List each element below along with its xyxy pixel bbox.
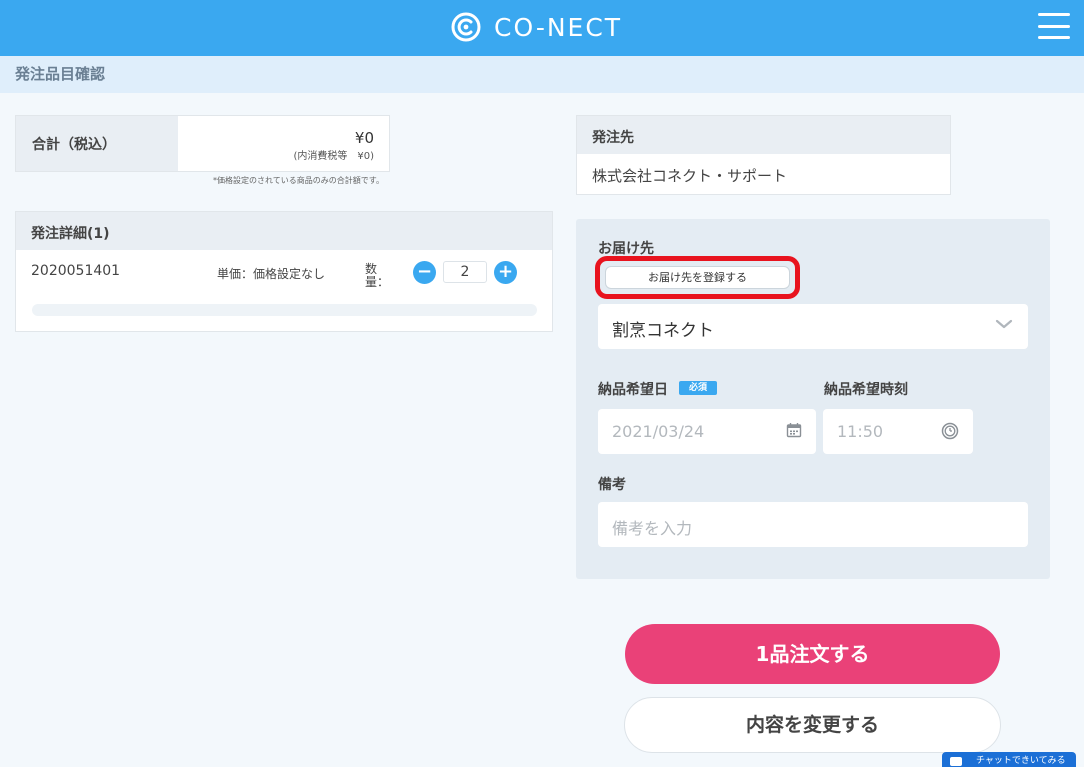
chevron-down-icon bbox=[995, 319, 1013, 329]
total-tax: (内消費税等 ¥0) bbox=[293, 151, 374, 162]
page-title: 発注品目確認 bbox=[15, 65, 106, 83]
page-title-bar: 発注品目確認 bbox=[0, 56, 1084, 93]
chat-bubble-icon bbox=[950, 757, 962, 766]
register-highlight: お届け先を登録する bbox=[595, 256, 800, 299]
order-detail-box: 発注詳細(1) 2020051401 単価：価格設定なし 数量： − + bbox=[15, 211, 553, 332]
item-price: 単価：価格設定なし bbox=[217, 267, 326, 281]
supplier-name: 株式会社コネクト・サポート bbox=[592, 167, 788, 185]
quantity-plus-button[interactable]: + bbox=[494, 261, 517, 284]
clock-icon bbox=[941, 422, 959, 440]
delivery-date-value: 2021/03/24 bbox=[612, 422, 705, 441]
total-box: 合計（税込） ¥0 (内消費税等 ¥0) bbox=[15, 115, 390, 172]
delivery-time-value: 11:50 bbox=[837, 422, 884, 441]
delivery-select[interactable]: 割烹コネクト bbox=[598, 304, 1028, 349]
calendar-icon bbox=[786, 423, 802, 438]
chat-label: チャットできいてみる bbox=[976, 756, 1066, 766]
total-note: *価格設定のされている商品のみの合計額です。 bbox=[213, 176, 384, 185]
notes-label: 備考 bbox=[598, 477, 626, 493]
change-button[interactable]: 内容を変更する bbox=[624, 697, 1001, 753]
item-code: 2020051401 bbox=[31, 263, 121, 279]
supplier-label: 発注先 bbox=[577, 116, 950, 154]
quantity-minus-button[interactable]: − bbox=[413, 261, 436, 284]
hamburger-menu-icon[interactable] bbox=[1038, 13, 1070, 39]
order-button[interactable]: 1品注文する bbox=[625, 624, 1000, 684]
chat-button[interactable]: チャットできいてみる bbox=[942, 752, 1076, 767]
supplier-box: 発注先 株式会社コネクト・サポート bbox=[576, 115, 951, 195]
header: CO-NECT bbox=[0, 0, 1084, 56]
required-badge: 必須 bbox=[679, 381, 717, 395]
register-delivery-button[interactable]: お届け先を登録する bbox=[605, 266, 790, 289]
delivery-date-input[interactable]: 2021/03/24 bbox=[598, 409, 816, 454]
item-quantity-label: 数量： bbox=[365, 262, 390, 289]
detail-scrollbar[interactable] bbox=[32, 304, 537, 316]
order-detail-title: 発注詳細(1) bbox=[16, 212, 552, 250]
quantity-input[interactable] bbox=[443, 261, 487, 283]
brand-name: CO-NECT bbox=[494, 12, 623, 42]
notes-input[interactable]: 備考を入力 bbox=[598, 502, 1028, 547]
delivery-time-input[interactable]: 11:50 bbox=[823, 409, 973, 454]
delivery-selected-value: 割烹コネクト bbox=[612, 321, 714, 341]
brand-logo[interactable]: CO-NECT bbox=[450, 9, 622, 45]
total-label: 合計（税込） bbox=[16, 116, 178, 171]
co-nect-logo-icon bbox=[451, 12, 481, 42]
delivery-time-label: 納品希望時刻 bbox=[824, 382, 908, 398]
notes-placeholder: 備考を入力 bbox=[612, 519, 693, 538]
total-amount: ¥0 bbox=[354, 129, 374, 147]
delivery-date-label: 納品希望日 bbox=[598, 382, 668, 398]
delivery-label: お届け先 bbox=[598, 241, 654, 257]
